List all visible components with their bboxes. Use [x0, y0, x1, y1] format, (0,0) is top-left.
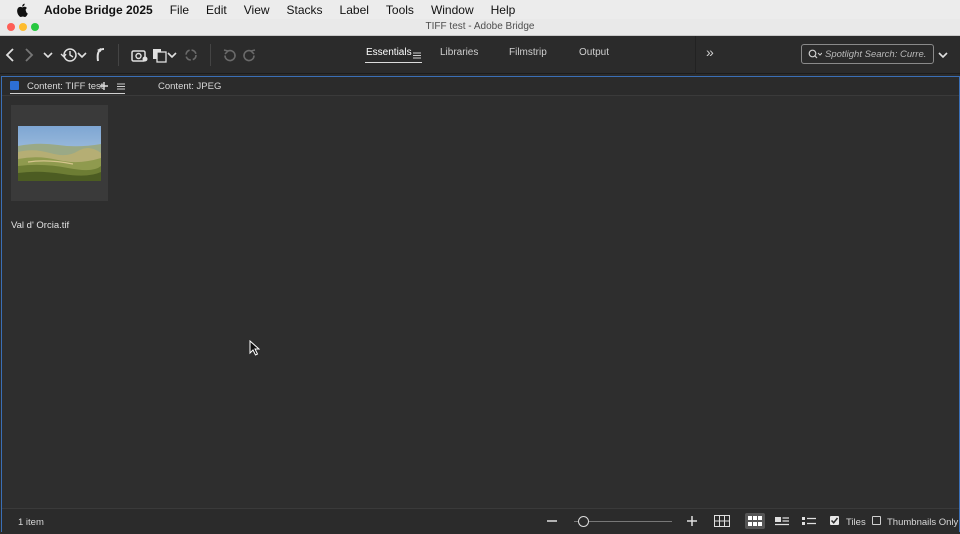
hamburger-menu-icon[interactable]	[412, 50, 422, 60]
add-tab-plus-icon[interactable]	[99, 80, 109, 92]
forward-arrow-icon[interactable]	[22, 45, 36, 65]
chevron-down-icon[interactable]	[167, 45, 177, 65]
panel-tab-bar: Content: TIFF test Content: JPEG	[2, 77, 959, 96]
more-workspaces-button[interactable]: »	[706, 44, 714, 60]
panel-color-indicator	[10, 81, 19, 90]
menu-stacks[interactable]: Stacks	[287, 3, 323, 17]
view-as-thumbnails-icon[interactable]	[745, 513, 765, 529]
landscape-thumbnail-image	[18, 126, 101, 181]
get-photos-camera-icon[interactable]	[130, 45, 148, 65]
status-bar: 1 item Tiles Thumbnails Only	[2, 508, 959, 533]
menu-window[interactable]: Window	[431, 3, 474, 17]
refine-stack-icon[interactable]	[152, 45, 168, 65]
toolbar: Essentials Libraries Filmstrip Output » …	[0, 36, 960, 74]
zoom-out-minus-icon[interactable]	[546, 514, 558, 528]
menu-edit[interactable]: Edit	[206, 3, 227, 17]
toolbar-divider	[118, 44, 119, 66]
workspace-tab-filmstrip[interactable]: Filmstrip	[509, 47, 547, 58]
thumbnail-tile[interactable]	[11, 105, 108, 201]
thumbnail-size-slider-knob[interactable]	[578, 516, 590, 527]
sync-icon[interactable]	[183, 45, 199, 65]
menu-file[interactable]: File	[170, 3, 189, 17]
rotate-left-icon[interactable]	[221, 45, 237, 65]
back-arrow-icon[interactable]	[3, 45, 17, 65]
view-as-list-icon[interactable]	[799, 513, 819, 529]
content-panel: Content: TIFF test Content: JPEG Val d' …	[1, 76, 960, 533]
recent-history-icon[interactable]	[60, 45, 78, 65]
thumbnails-only-checkbox[interactable]	[872, 516, 881, 525]
menu-help[interactable]: Help	[491, 3, 516, 17]
toolbar-divider	[210, 44, 211, 66]
menu-view[interactable]: View	[244, 3, 270, 17]
menu-app-name[interactable]: Adobe Bridge 2025	[44, 3, 153, 17]
active-tab-indicator	[10, 93, 125, 94]
active-workspace-indicator	[365, 62, 422, 63]
zoom-in-plus-icon[interactable]	[686, 514, 698, 528]
thumbnails-only-label: Thumbnails Only	[887, 517, 959, 528]
view-as-details-icon[interactable]	[772, 513, 792, 529]
search-options-chevron-icon[interactable]	[936, 45, 950, 65]
toolbar-divider	[695, 36, 696, 74]
menu-tools[interactable]: Tools	[386, 3, 414, 17]
panel-menu-icon[interactable]	[116, 80, 126, 92]
tiles-label: Tiles	[846, 517, 866, 528]
tab-content-jpeg[interactable]: Content: JPEG	[158, 81, 221, 92]
apple-logo-icon[interactable]	[14, 2, 30, 18]
thumbnail-filename[interactable]: Val d' Orcia.tif	[11, 220, 69, 231]
chevron-down-icon[interactable]	[77, 45, 87, 65]
workspace-tab-essentials[interactable]: Essentials	[366, 47, 412, 58]
workspace-tab-libraries[interactable]: Libraries	[440, 47, 478, 58]
item-count: 1 item	[18, 517, 44, 528]
macos-menu-bar: Adobe Bridge 2025 File Edit View Stacks …	[0, 0, 960, 19]
search-icon	[808, 49, 822, 59]
lock-thumbnail-grid-icon[interactable]	[712, 513, 732, 529]
menu-label[interactable]: Label	[340, 3, 369, 17]
tiles-checkbox[interactable]	[830, 516, 839, 525]
chevron-down-icon[interactable]	[41, 45, 55, 65]
tab-content-tiff-test[interactable]: Content: TIFF test	[27, 81, 103, 92]
rotate-right-icon[interactable]	[241, 45, 257, 65]
content-grid[interactable]: Val d' Orcia.tif	[2, 96, 959, 508]
window-title: TIFF test - Adobe Bridge	[425, 21, 535, 32]
spotlight-search-input[interactable]: Spotlight Search: Curre.	[801, 44, 934, 64]
search-placeholder: Spotlight Search: Curre.	[825, 48, 927, 60]
return-to-app-icon[interactable]	[93, 45, 107, 65]
mouse-cursor-icon	[249, 339, 261, 361]
window-title-bar: TIFF test - Adobe Bridge	[0, 19, 960, 36]
workspace-tab-output[interactable]: Output	[579, 47, 609, 58]
